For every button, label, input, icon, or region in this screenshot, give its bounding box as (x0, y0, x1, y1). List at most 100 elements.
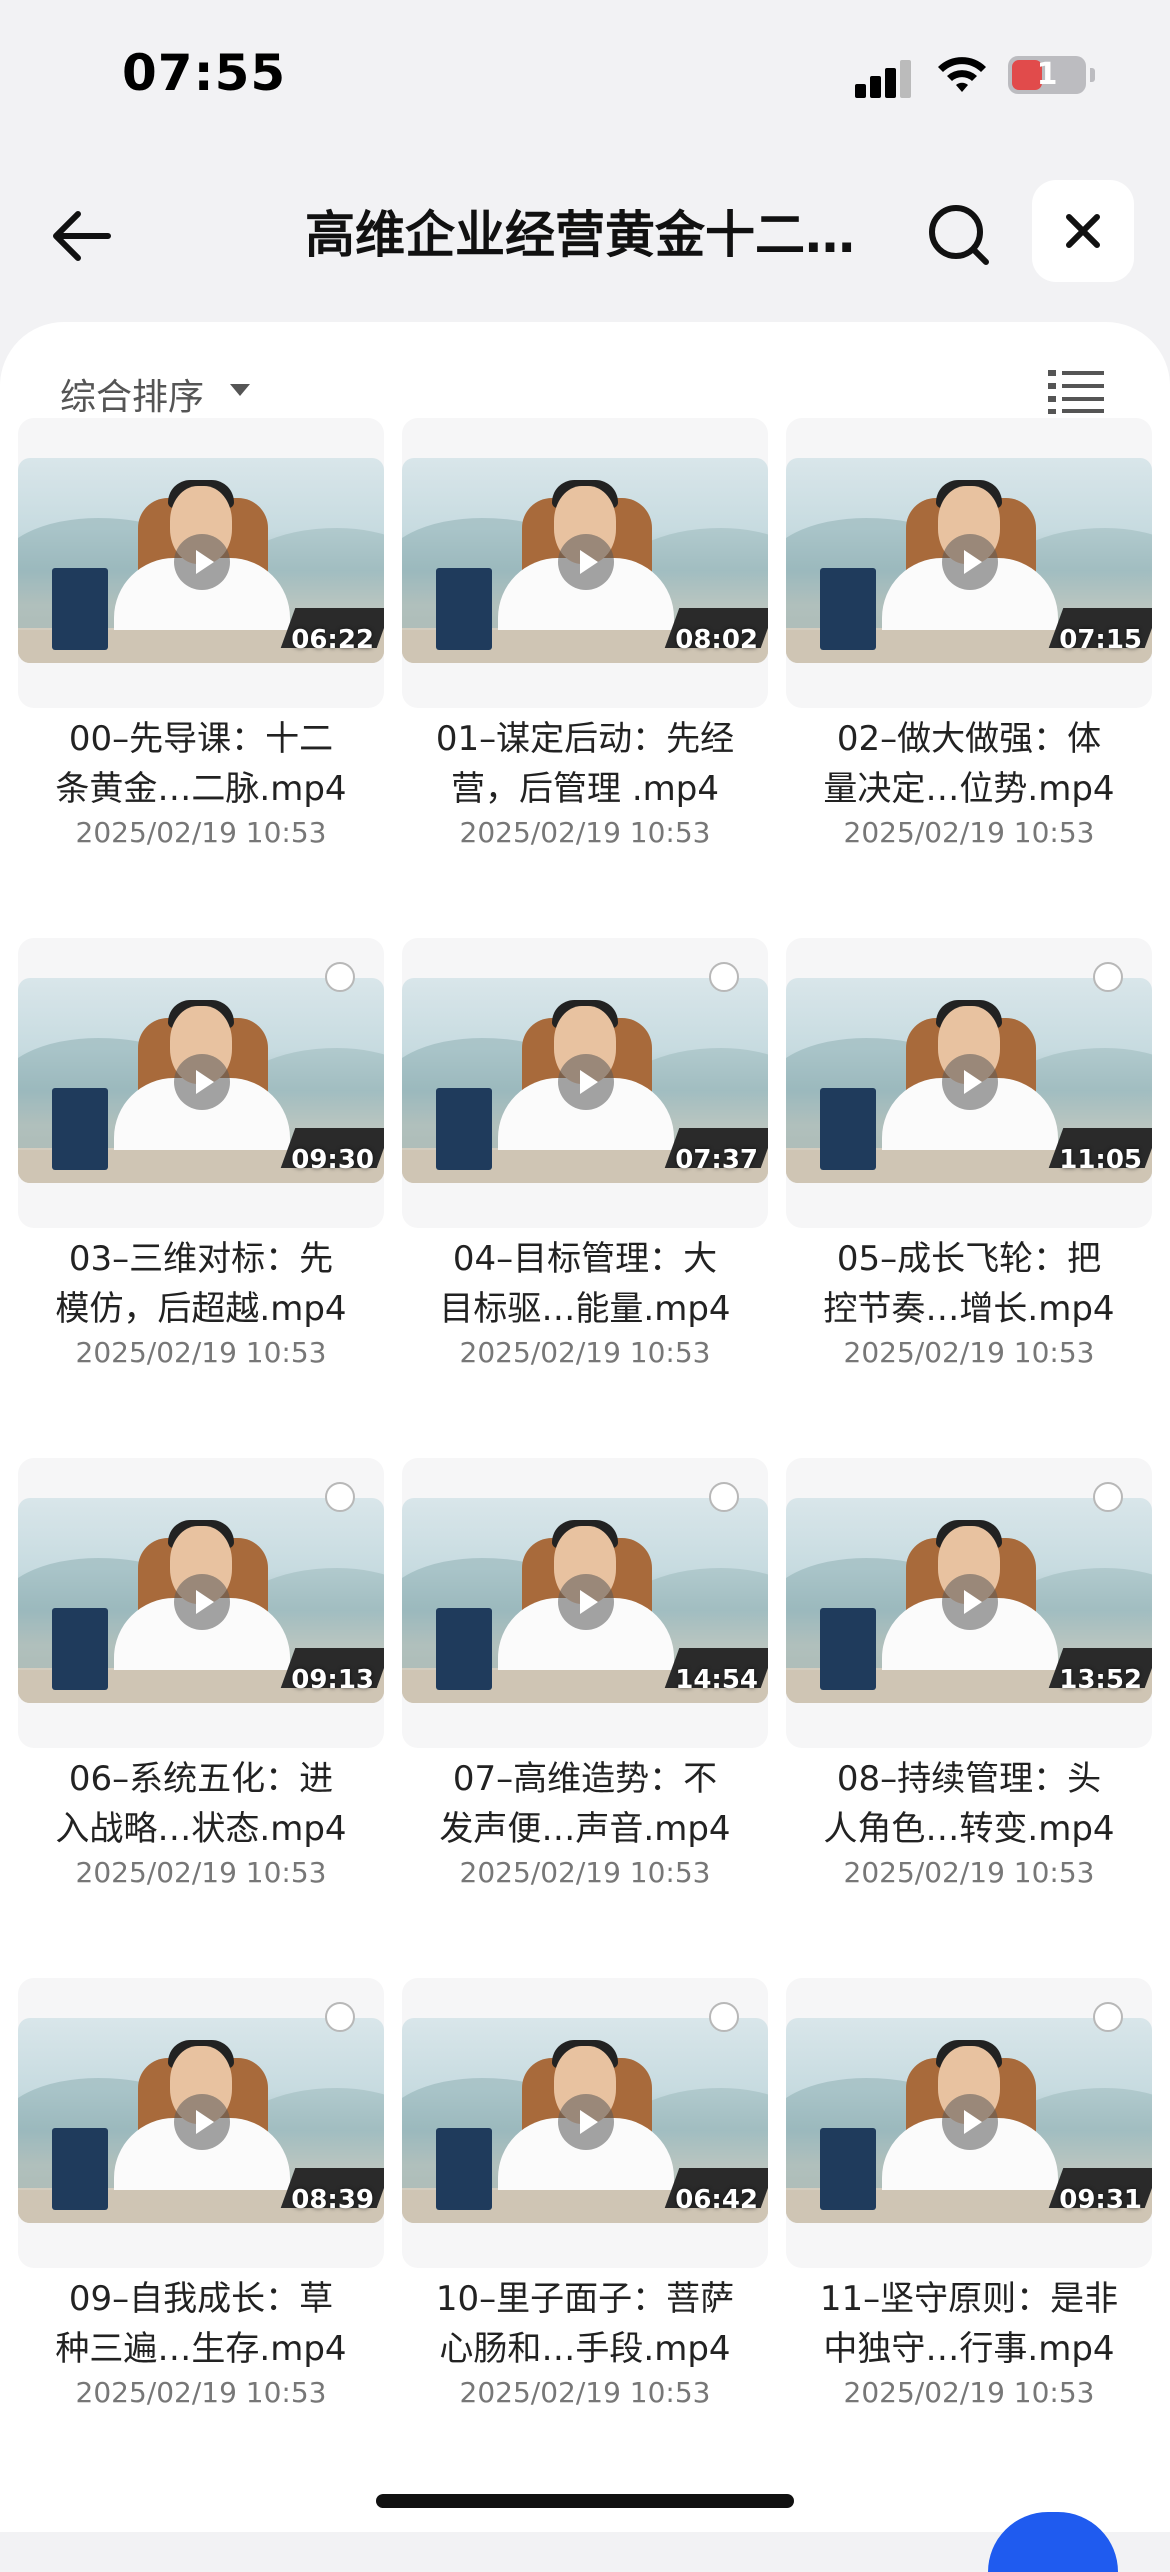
close-button[interactable] (1032, 180, 1134, 282)
nav-bar: 高维企业经营黄金十二… (0, 180, 1170, 290)
video-duration: 07:15 (1059, 625, 1142, 655)
video-date: 2025/02/19 10:53 (75, 1856, 327, 1889)
video-name-line2: 目标驱…能量.mp4 (439, 1289, 731, 1329)
play-icon[interactable] (558, 534, 614, 590)
video-name-line1: 07–高维造势：不 (452, 1759, 718, 1799)
close-icon (1066, 214, 1100, 248)
video-thumbnail[interactable]: 14:54 (402, 1498, 768, 1703)
video-date: 2025/02/19 10:53 (459, 2376, 711, 2409)
video-name: 05–成长飞轮：把 控节奏…增长.mp4 (786, 1234, 1152, 1334)
play-icon[interactable] (942, 1054, 998, 1110)
status-time: 07:55 (122, 44, 287, 102)
select-checkbox[interactable] (1093, 962, 1123, 992)
video-name-line2: 营，后管理 .mp4 (451, 769, 719, 809)
play-icon[interactable] (174, 1574, 230, 1630)
search-icon[interactable] (924, 200, 994, 270)
video-name-line1: 11–坚守原则：是非 (819, 2279, 1119, 2319)
play-icon[interactable] (174, 534, 230, 590)
video-thumbnail[interactable]: 08:02 (402, 458, 768, 663)
video-date: 2025/02/19 10:53 (75, 2376, 327, 2409)
video-date: 2025/02/19 10:53 (843, 816, 1095, 849)
play-icon[interactable] (942, 1574, 998, 1630)
page-title: 高维企业经营黄金十二… (305, 206, 855, 264)
video-name-line1: 01–谋定后动：先经 (435, 719, 735, 759)
video-thumbnail[interactable]: 07:15 (786, 458, 1152, 663)
select-checkbox[interactable] (709, 2002, 739, 2032)
video-duration: 14:54 (675, 1665, 758, 1695)
wifi-icon (938, 57, 986, 92)
video-name: 09–自我成长：草 种三遍…生存.mp4 (18, 2274, 384, 2374)
video-duration: 06:42 (675, 2185, 758, 2215)
video-name-line1: 10–里子面子：菩萨 (435, 2279, 735, 2319)
video-name: 07–高维造势：不 发声便…声音.mp4 (402, 1754, 768, 1854)
video-name-line1: 02–做大做强：体 (836, 719, 1102, 759)
video-name-line2: 中独守…行事.mp4 (823, 2329, 1115, 2369)
video-duration: 11:05 (1059, 1145, 1142, 1175)
video-name-line2: 入战略…状态.mp4 (55, 1809, 347, 1849)
video-name-line1: 00–先导课：十二 (68, 719, 334, 759)
video-name-line2: 控节奏…增长.mp4 (823, 1289, 1115, 1329)
video-name: 00–先导课：十二 条黄金…二脉.mp4 (18, 714, 384, 814)
video-name: 02–做大做强：体 量决定…位势.mp4 (786, 714, 1152, 814)
select-checkbox[interactable] (709, 1482, 739, 1512)
play-icon[interactable] (558, 1054, 614, 1110)
video-name-line2: 人角色…转变.mp4 (823, 1809, 1115, 1849)
video-thumbnail[interactable]: 09:13 (18, 1498, 384, 1703)
video-name-line2: 种三遍…生存.mp4 (55, 2329, 347, 2369)
video-duration: 06:22 (291, 625, 374, 655)
video-name-line1: 04–目标管理：大 (452, 1239, 718, 1279)
video-thumbnail[interactable]: 07:37 (402, 978, 768, 1183)
play-icon[interactable] (942, 534, 998, 590)
video-name-line1: 06–系统五化：进 (68, 1759, 334, 1799)
select-checkbox[interactable] (709, 962, 739, 992)
video-name-line2: 心肠和…手段.mp4 (439, 2329, 731, 2369)
video-name: 01–谋定后动：先经 营，后管理 .mp4 (402, 714, 768, 814)
video-date: 2025/02/19 10:53 (75, 816, 327, 849)
video-duration: 13:52 (1059, 1665, 1142, 1695)
video-name: 10–里子面子：菩萨 心肠和…手段.mp4 (402, 2274, 768, 2374)
video-name: 08–持续管理：头 人角色…转变.mp4 (786, 1754, 1152, 1854)
video-thumbnail[interactable]: 06:22 (18, 458, 384, 663)
video-name-line1: 03–三维对标：先 (68, 1239, 334, 1279)
video-date: 2025/02/19 10:53 (75, 1336, 327, 1369)
video-name: 06–系统五化：进 入战略…状态.mp4 (18, 1754, 384, 1854)
select-checkbox[interactable] (325, 1482, 355, 1512)
battery-tip (1090, 68, 1095, 82)
select-checkbox[interactable] (325, 2002, 355, 2032)
list-view-icon[interactable] (1048, 368, 1104, 414)
video-date: 2025/02/19 10:53 (843, 1336, 1095, 1369)
play-icon[interactable] (174, 1054, 230, 1110)
video-duration: 09:31 (1059, 2185, 1142, 2215)
play-icon[interactable] (558, 2094, 614, 2150)
back-arrow-icon[interactable] (48, 206, 114, 266)
video-name-line2: 模仿，后超越.mp4 (55, 1289, 347, 1329)
caret-down-icon[interactable] (230, 384, 250, 396)
sort-dropdown[interactable]: 综合排序 (60, 368, 204, 420)
select-checkbox[interactable] (1093, 1482, 1123, 1512)
video-date: 2025/02/19 10:53 (459, 1336, 711, 1369)
video-duration: 08:02 (675, 625, 758, 655)
video-duration: 09:13 (291, 1665, 374, 1695)
play-icon[interactable] (942, 2094, 998, 2150)
video-thumbnail[interactable]: 09:30 (18, 978, 384, 1183)
video-name-line1: 08–持续管理：头 (836, 1759, 1102, 1799)
video-date: 2025/02/19 10:53 (459, 1856, 711, 1889)
play-icon[interactable] (174, 2094, 230, 2150)
video-date: 2025/02/19 10:53 (459, 816, 711, 849)
video-duration: 09:30 (291, 1145, 374, 1175)
video-name-line2: 条黄金…二脉.mp4 (55, 769, 347, 809)
video-thumbnail[interactable]: 09:31 (786, 2018, 1152, 2223)
video-name: 11–坚守原则：是非 中独守…行事.mp4 (786, 2274, 1152, 2374)
select-checkbox[interactable] (1093, 2002, 1123, 2032)
content-sheet: 综合排序 06:22 00–先导课：十二 条黄金…二脉.mp4 2025/02/… (0, 322, 1170, 2532)
status-bar: 07:55 1 (0, 0, 1170, 140)
play-icon[interactable] (558, 1574, 614, 1630)
video-thumbnail[interactable]: 08:39 (18, 2018, 384, 2223)
home-indicator (376, 2494, 794, 2508)
video-name: 03–三维对标：先 模仿，后超越.mp4 (18, 1234, 384, 1334)
select-checkbox[interactable] (325, 962, 355, 992)
video-thumbnail[interactable]: 11:05 (786, 978, 1152, 1183)
video-thumbnail[interactable]: 13:52 (786, 1498, 1152, 1703)
video-name-line2: 发声便…声音.mp4 (439, 1809, 731, 1849)
video-thumbnail[interactable]: 06:42 (402, 2018, 768, 2223)
